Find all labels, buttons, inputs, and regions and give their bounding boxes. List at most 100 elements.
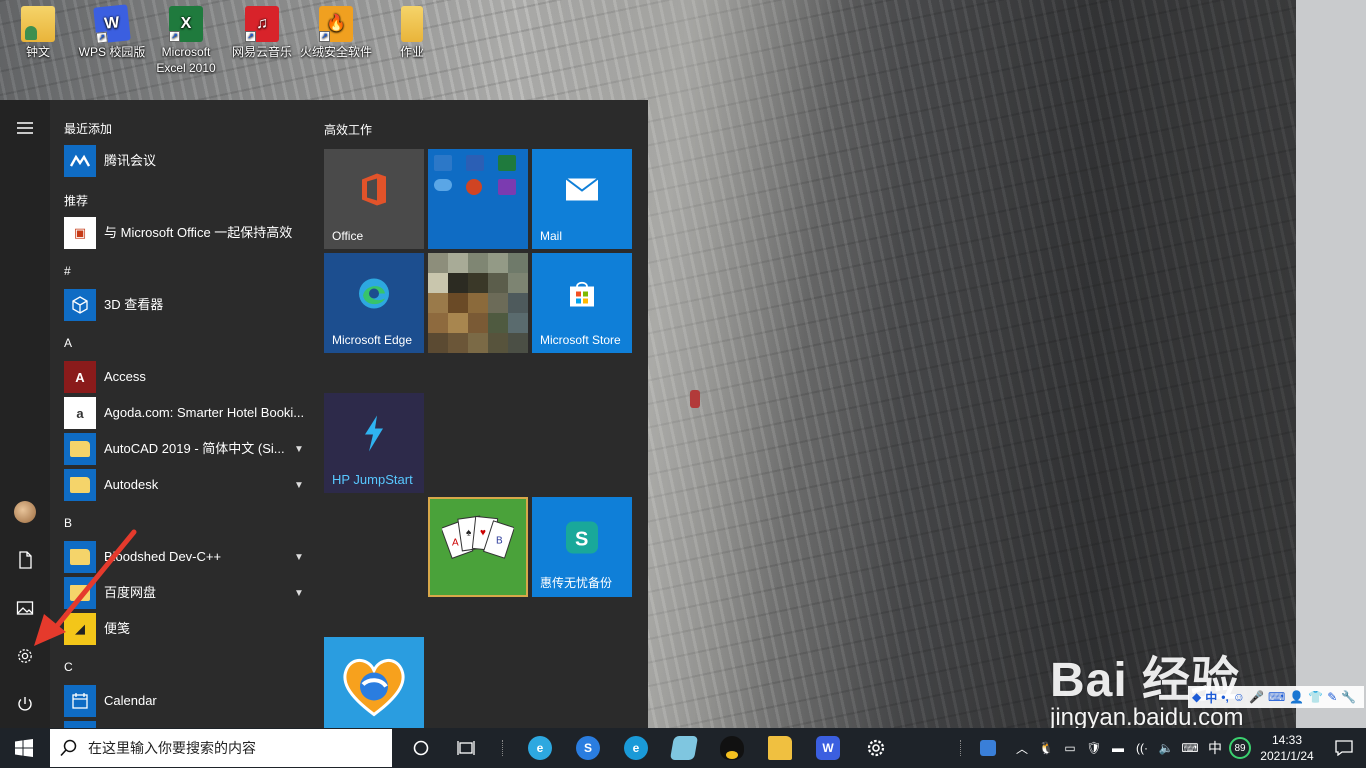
- ime-toolbar[interactable]: ◆ 中 •, ☺ 🎤 ⌨ 👤 👕 ✎ 🔧: [1188, 686, 1364, 708]
- settings-icon: [18, 649, 32, 663]
- desktop-icon-label: 钟文: [25, 45, 50, 59]
- powerpoint-icon: [466, 179, 482, 195]
- taskbar-app-edge-beta[interactable]: e: [612, 728, 660, 768]
- ime-emoji-icon[interactable]: ☺: [1233, 690, 1245, 704]
- ime-logo-icon[interactable]: ◆: [1192, 690, 1201, 704]
- app-icon: [64, 721, 96, 728]
- user-folder-icon: [21, 6, 55, 42]
- tile-hp-jumpstart[interactable]: HP JumpStart: [324, 393, 424, 493]
- chevron-down-icon[interactable]: ▼: [290, 588, 308, 599]
- chevron-up-icon[interactable]: ︿: [1010, 728, 1034, 768]
- taskbar-app-browser[interactable]: S: [564, 728, 612, 768]
- ime-punctuation-icon[interactable]: •,: [1221, 690, 1229, 704]
- ime-mode-icon[interactable]: 中: [1205, 689, 1217, 706]
- taskbar-app-settings[interactable]: [852, 728, 900, 768]
- desktop-icon-huorong[interactable]: 🔥 ↗ 火绒安全软件: [298, 4, 374, 60]
- store-bag-icon: [567, 279, 597, 312]
- tile-solitaire[interactable]: A ♠ ♥ B: [428, 497, 528, 597]
- tile-backup[interactable]: S 惠传无忧备份: [532, 497, 632, 597]
- tile-office[interactable]: Office: [324, 149, 424, 249]
- desktop-icon-wps[interactable]: W ↗ WPS 校园版: [74, 4, 150, 60]
- excel-icon: [498, 155, 516, 171]
- tile-store[interactable]: Microsoft Store: [532, 253, 632, 353]
- start-button[interactable]: [0, 728, 48, 768]
- tray-divider: [960, 740, 962, 756]
- notification-center-button[interactable]: [1322, 728, 1366, 768]
- taskbar-app-explorer[interactable]: [756, 728, 804, 768]
- browser-s-icon: S: [576, 736, 600, 760]
- task-view-button[interactable]: [444, 728, 490, 768]
- app-autodesk[interactable]: Autodesk ▼: [64, 467, 308, 503]
- hamburger-icon: [17, 122, 33, 134]
- shield-icon[interactable]: 🛡: [1082, 728, 1106, 768]
- app-label: 腾讯会议: [104, 153, 157, 168]
- tile-label: HP JumpStart: [332, 472, 413, 487]
- app-label: Calendar: [104, 693, 157, 708]
- tile-label: Mail: [540, 229, 563, 243]
- ime-keyboard-icon[interactable]: ⌨: [1268, 690, 1285, 704]
- wifi-icon[interactable]: ((·: [1130, 728, 1154, 768]
- battery-saver-icon[interactable]: ▭: [1058, 728, 1082, 768]
- ime-user-icon[interactable]: 👤: [1289, 690, 1304, 704]
- cortana-button[interactable]: [398, 728, 444, 768]
- desktop-icon-excel[interactable]: X ↗ Microsoft Excel 2010: [148, 4, 224, 76]
- desktop-icon-netease[interactable]: ♫ ↗ 网易云音乐: [224, 4, 300, 60]
- app-next-partial[interactable]: [64, 719, 308, 728]
- calendar-icon: [64, 685, 96, 717]
- app-label: 与 Microsoft Office 一起保持高效: [104, 225, 293, 240]
- power-button[interactable]: [0, 682, 50, 726]
- heart-logo-icon: [339, 651, 409, 724]
- section-header-a: A: [64, 336, 73, 350]
- tray-app-icon[interactable]: [976, 728, 1000, 768]
- chevron-down-icon[interactable]: ▼: [290, 444, 308, 455]
- tile-heart-app[interactable]: [324, 637, 424, 728]
- battery-icon[interactable]: ▬: [1106, 728, 1130, 768]
- ime-skin-icon[interactable]: 👕: [1308, 690, 1323, 704]
- ime-tools-icon[interactable]: ✎: [1327, 690, 1337, 704]
- desktop-icon-homework[interactable]: 作业: [374, 4, 450, 60]
- chevron-down-icon[interactable]: ▼: [290, 552, 308, 563]
- desktop-icon-user[interactable]: 钟文: [0, 4, 76, 60]
- app-autocad[interactable]: AutoCAD 2019 - 简体中文 (Si... ▼: [64, 431, 308, 467]
- wps-icon: W: [816, 736, 840, 760]
- app-access[interactable]: A Access: [64, 359, 308, 395]
- taskbar-app-edge[interactable]: e: [516, 728, 564, 768]
- app-label: Access: [104, 369, 146, 384]
- tile-group-header: 高效工作: [324, 123, 373, 137]
- app-office-promo[interactable]: ▣ 与 Microsoft Office 一起保持高效: [64, 215, 308, 251]
- taskbar-app-qq[interactable]: [708, 728, 756, 768]
- search-icon: [60, 739, 77, 757]
- ime-wrench-icon[interactable]: 🔧: [1341, 690, 1356, 704]
- chevron-down-icon[interactable]: ▼: [290, 480, 308, 491]
- folder-icon: [401, 6, 423, 42]
- desktop-icon-label: 作业: [399, 45, 424, 59]
- taskbar-search[interactable]: 在这里输入你要搜索的内容: [50, 729, 392, 767]
- app-calendar[interactable]: Calendar: [64, 683, 308, 719]
- ime-voice-icon[interactable]: 🎤: [1249, 690, 1264, 704]
- file-explorer-icon: [768, 736, 792, 760]
- qq-tray-icon[interactable]: 🐧: [1034, 728, 1058, 768]
- section-header-recommend: 推荐: [64, 194, 89, 208]
- lightning-icon: [361, 415, 387, 456]
- taskbar-app-wps[interactable]: W: [804, 728, 852, 768]
- app-agoda[interactable]: a Agoda.com: Smarter Hotel Booki...: [64, 395, 308, 431]
- battery-percent: 89: [1229, 737, 1251, 759]
- tile-pixelated-image[interactable]: [428, 253, 528, 353]
- system-tray: ︿ 🐧 ▭ 🛡 ▬ ((· 🔈 ⌨ 中 89 14:33 2021/1/24: [960, 728, 1366, 768]
- app-tencent-meeting[interactable]: 腾讯会议: [64, 143, 308, 179]
- tile-mail[interactable]: Mail: [532, 149, 632, 249]
- clock[interactable]: 14:33 2021/1/24: [1252, 732, 1322, 764]
- ime-indicator[interactable]: 中: [1202, 728, 1228, 768]
- tile-label: Microsoft Store: [540, 333, 621, 347]
- tencent-meeting-icon: [64, 145, 96, 177]
- app-3d-viewer[interactable]: 3D 查看器: [64, 287, 308, 323]
- expand-menu-button[interactable]: [0, 106, 50, 150]
- volume-icon[interactable]: 🔈: [1154, 728, 1178, 768]
- edge-beta-icon: e: [624, 736, 648, 760]
- keyboard-icon[interactable]: ⌨: [1178, 728, 1202, 768]
- svg-text:A: A: [452, 538, 459, 549]
- battery-level-ring[interactable]: 89: [1228, 728, 1252, 768]
- taskbar-app-notes[interactable]: [660, 728, 708, 768]
- tile-office-apps-folder[interactable]: [428, 149, 528, 249]
- tile-edge[interactable]: Microsoft Edge: [324, 253, 424, 353]
